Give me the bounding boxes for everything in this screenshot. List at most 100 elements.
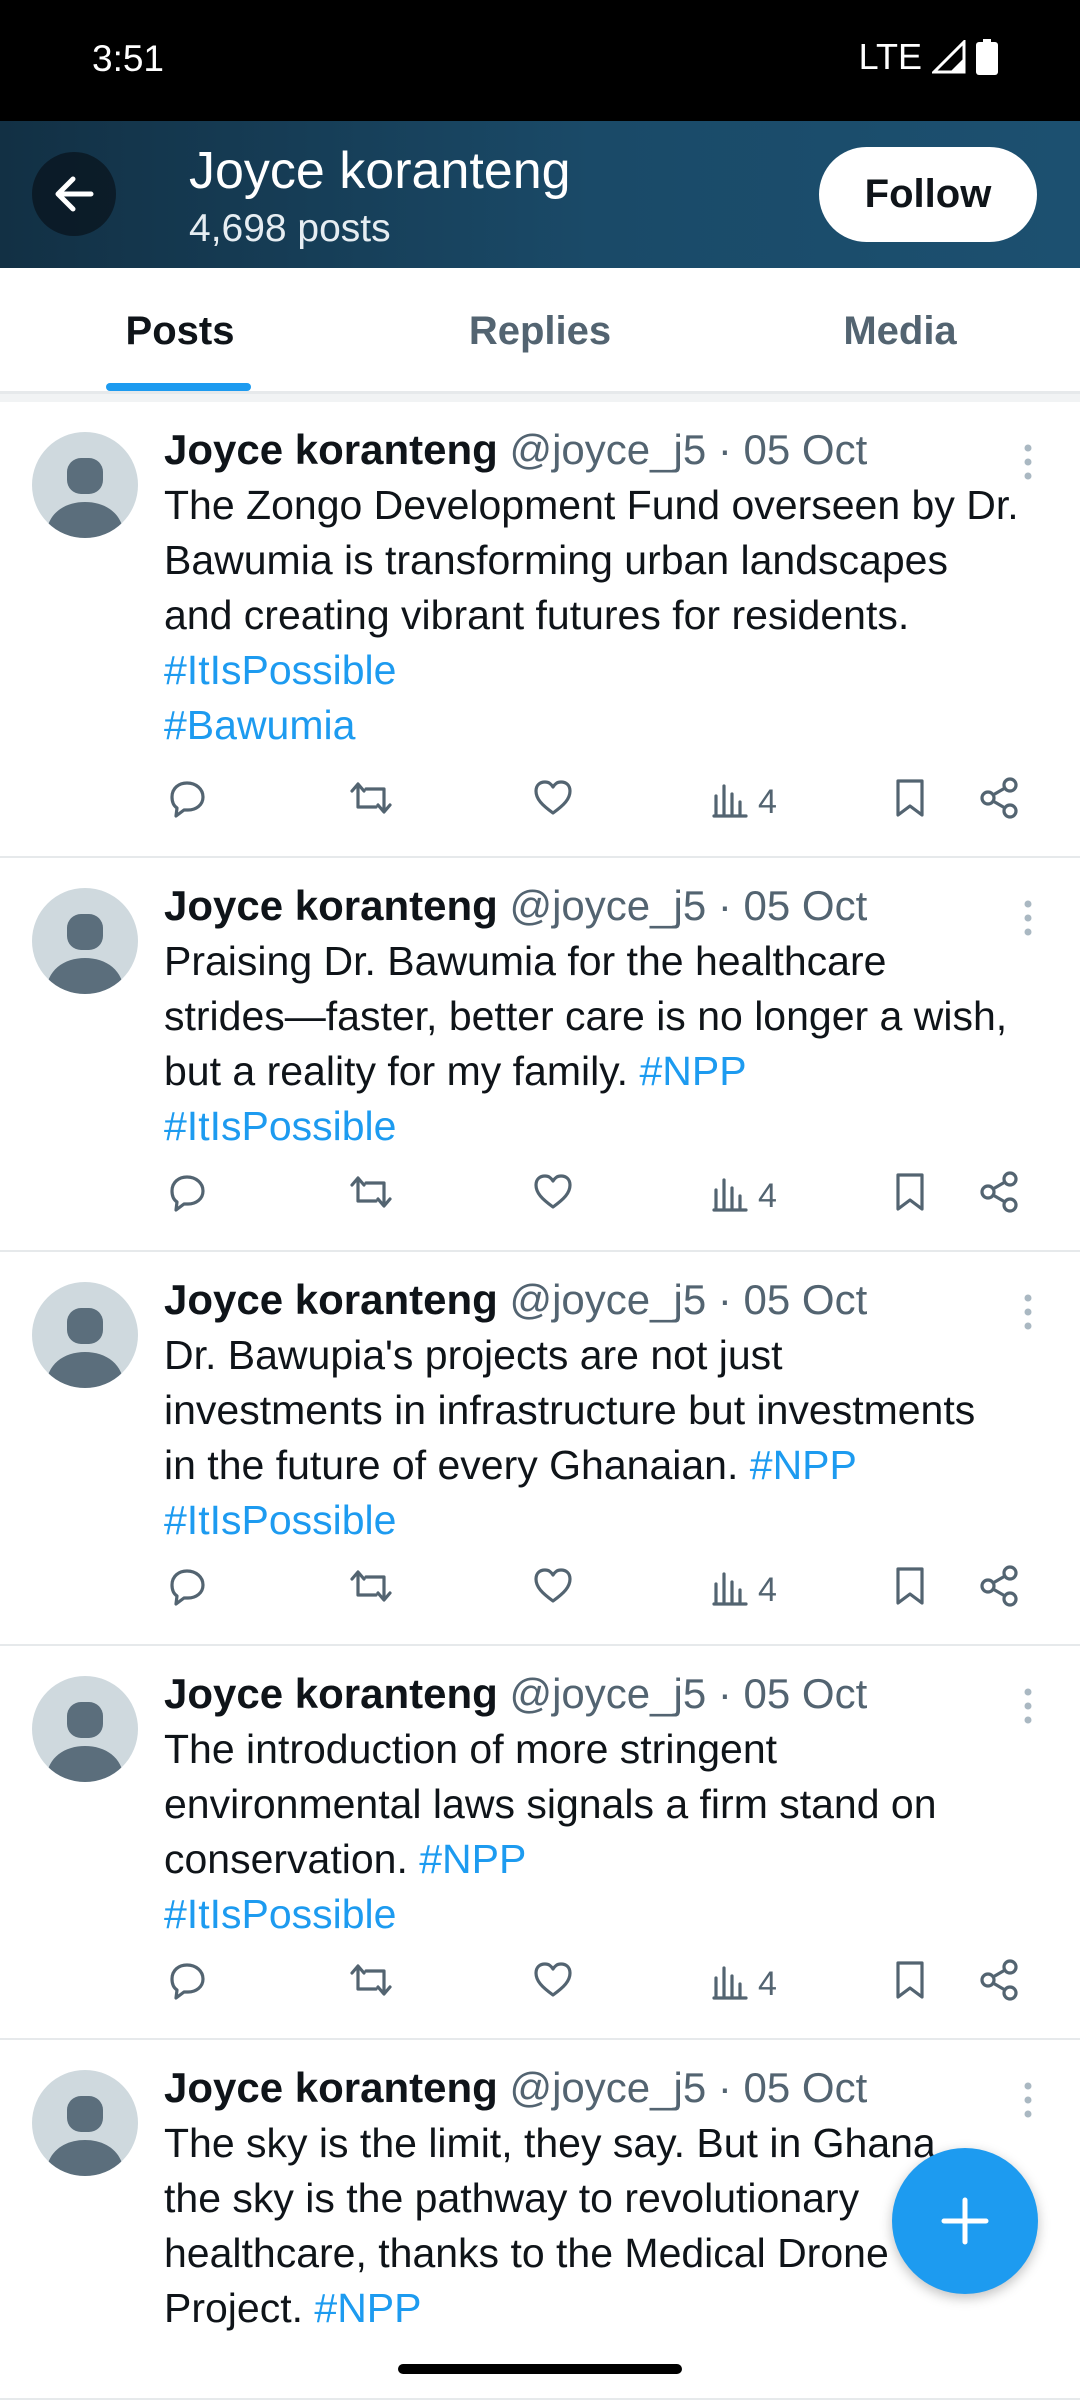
tab-replies[interactable]: Replies	[360, 268, 720, 394]
reply-icon	[164, 1957, 210, 2012]
post-text-line: but a reality for my family. #NPP	[164, 1048, 747, 1094]
hashtag-link[interactable]: #NPP	[314, 2285, 421, 2331]
more-vertical-icon[interactable]	[1022, 1686, 1034, 1726]
reply-button[interactable]	[164, 772, 210, 832]
hashtag-link[interactable]: #Bawumia	[164, 702, 355, 748]
post-text: The introduction of more stringent enviro…	[164, 1722, 1054, 1942]
reply-button[interactable]	[164, 1954, 210, 2014]
plus-icon	[941, 2197, 989, 2245]
post-header: Joyce koranteng @joyce_j5 · 05 Oct	[164, 882, 868, 929]
avatar[interactable]	[32, 888, 138, 994]
post-text-line: environmental laws signals a firm stand …	[164, 1781, 937, 1827]
more-vertical-icon[interactable]	[1022, 2080, 1034, 2120]
post-date: 05 Oct	[743, 1276, 868, 1323]
back-button[interactable]	[32, 152, 116, 236]
reply-icon	[164, 775, 210, 830]
author-name[interactable]: Joyce koranteng	[164, 882, 498, 929]
reply-icon	[164, 1563, 210, 1618]
repost-icon	[346, 1169, 396, 1224]
share-icon	[976, 1563, 1022, 1618]
post-date: 05 Oct	[743, 882, 868, 929]
hashtag-link[interactable]: #ItIsPossible	[164, 1891, 396, 1937]
post-text-line: #ItIsPossible	[164, 1493, 1054, 1548]
more-vertical-icon[interactable]	[1022, 1292, 1034, 1332]
share-button[interactable]	[976, 1954, 1022, 2014]
views-button[interactable]: 4	[710, 1560, 777, 1620]
post-item[interactable]: Joyce koranteng @joyce_j5 · 05 Oct The in…	[0, 1646, 1080, 2040]
views-count: 4	[758, 782, 777, 821]
bookmark-button[interactable]	[890, 1954, 930, 2014]
views-button[interactable]: 4	[710, 1954, 777, 2014]
avatar[interactable]	[32, 432, 138, 538]
post-text-line: conservation. #NPP	[164, 1836, 527, 1882]
reply-button[interactable]	[164, 1560, 210, 1620]
like-button[interactable]	[530, 772, 576, 832]
views-count: 4	[758, 1570, 777, 1609]
post-text-line: investments in infrastructure but invest…	[164, 1387, 976, 1433]
bar-chart-icon	[710, 1566, 750, 1615]
post-date: 05 Oct	[743, 2064, 868, 2111]
hashtag-link[interactable]: #ItIsPossible	[164, 1103, 396, 1149]
post-item[interactable]: Joyce koranteng @joyce_j5 · 05 Oct The Zo…	[0, 402, 1080, 858]
repost-button[interactable]	[346, 1954, 396, 2014]
bar-chart-icon	[710, 1172, 750, 1221]
repost-button[interactable]	[346, 1166, 396, 1226]
follow-button[interactable]: Follow	[819, 147, 1037, 242]
avatar[interactable]	[32, 2070, 138, 2176]
battery-icon	[976, 39, 998, 75]
post-text-line: Project. #NPP	[164, 2285, 422, 2331]
repost-button[interactable]	[346, 772, 396, 832]
author-handle[interactable]: @joyce_j5	[509, 426, 706, 473]
like-button[interactable]	[530, 1166, 576, 1226]
author-handle[interactable]: @joyce_j5	[509, 1276, 706, 1323]
post-actions: 4	[164, 1560, 1044, 1620]
bookmark-button[interactable]	[890, 772, 930, 832]
share-button[interactable]	[976, 1560, 1022, 1620]
signal-icon	[932, 40, 966, 74]
post-text-line: and creating vibrant futures for residen…	[164, 592, 910, 638]
author-name[interactable]: Joyce koranteng	[164, 1670, 498, 1717]
author-handle[interactable]: @joyce_j5	[509, 1670, 706, 1717]
arrow-left-icon	[55, 176, 94, 212]
repost-button[interactable]	[346, 1560, 396, 1620]
post-text-line: #ItIsPossible	[164, 1099, 1054, 1154]
hashtag-link[interactable]: #ItIsPossible	[164, 647, 396, 693]
post-text-line: #Bawumia	[164, 698, 1054, 753]
author-name[interactable]: Joyce koranteng	[164, 2064, 498, 2111]
author-name[interactable]: Joyce koranteng	[164, 426, 498, 473]
heart-icon	[530, 775, 576, 830]
avatar[interactable]	[32, 1282, 138, 1388]
hashtag-link[interactable]: #NPP	[639, 1048, 746, 1094]
views-button[interactable]: 4	[710, 772, 777, 832]
post-item[interactable]: Joyce koranteng @joyce_j5 · 05 Oct Praisi…	[0, 858, 1080, 1252]
tab-posts[interactable]: Posts	[0, 268, 360, 394]
like-button[interactable]	[530, 1560, 576, 1620]
hashtag-link[interactable]: #ItIsPossible	[164, 1497, 396, 1543]
post-actions: 4	[164, 1954, 1044, 2014]
like-button[interactable]	[530, 1954, 576, 2014]
post-text-line: in the future of every Ghanaian. #NPP	[164, 1442, 857, 1488]
share-button[interactable]	[976, 772, 1022, 832]
bookmark-button[interactable]	[890, 1166, 930, 1226]
profile-header: Joyce koranteng 4,698 posts Follow	[0, 121, 1080, 268]
bookmark-button[interactable]	[890, 1560, 930, 1620]
post-text-line: #ItIsPossible	[164, 643, 1054, 698]
author-handle[interactable]: @joyce_j5	[509, 882, 706, 929]
author-name[interactable]: Joyce koranteng	[164, 1276, 498, 1323]
hashtag-link[interactable]: #NPP	[750, 1442, 857, 1488]
post-actions: 4	[164, 1166, 1044, 1226]
views-button[interactable]: 4	[710, 1166, 777, 1226]
compose-button[interactable]	[892, 2148, 1038, 2294]
share-button[interactable]	[976, 1166, 1022, 1226]
reply-button[interactable]	[164, 1166, 210, 1226]
tab-media[interactable]: Media	[720, 268, 1080, 394]
hashtag-link[interactable]: #NPP	[419, 1836, 526, 1882]
post-item[interactable]: Joyce koranteng @joyce_j5 · 05 Oct Dr. Ba…	[0, 1252, 1080, 1646]
avatar[interactable]	[32, 1676, 138, 1782]
more-vertical-icon[interactable]	[1022, 442, 1034, 482]
more-vertical-icon[interactable]	[1022, 898, 1034, 938]
author-handle[interactable]: @joyce_j5	[509, 2064, 706, 2111]
post-text-line: strides—faster, better care is no longer…	[164, 993, 1008, 1039]
bookmark-icon	[890, 1563, 930, 1618]
reply-icon	[164, 1169, 210, 1224]
